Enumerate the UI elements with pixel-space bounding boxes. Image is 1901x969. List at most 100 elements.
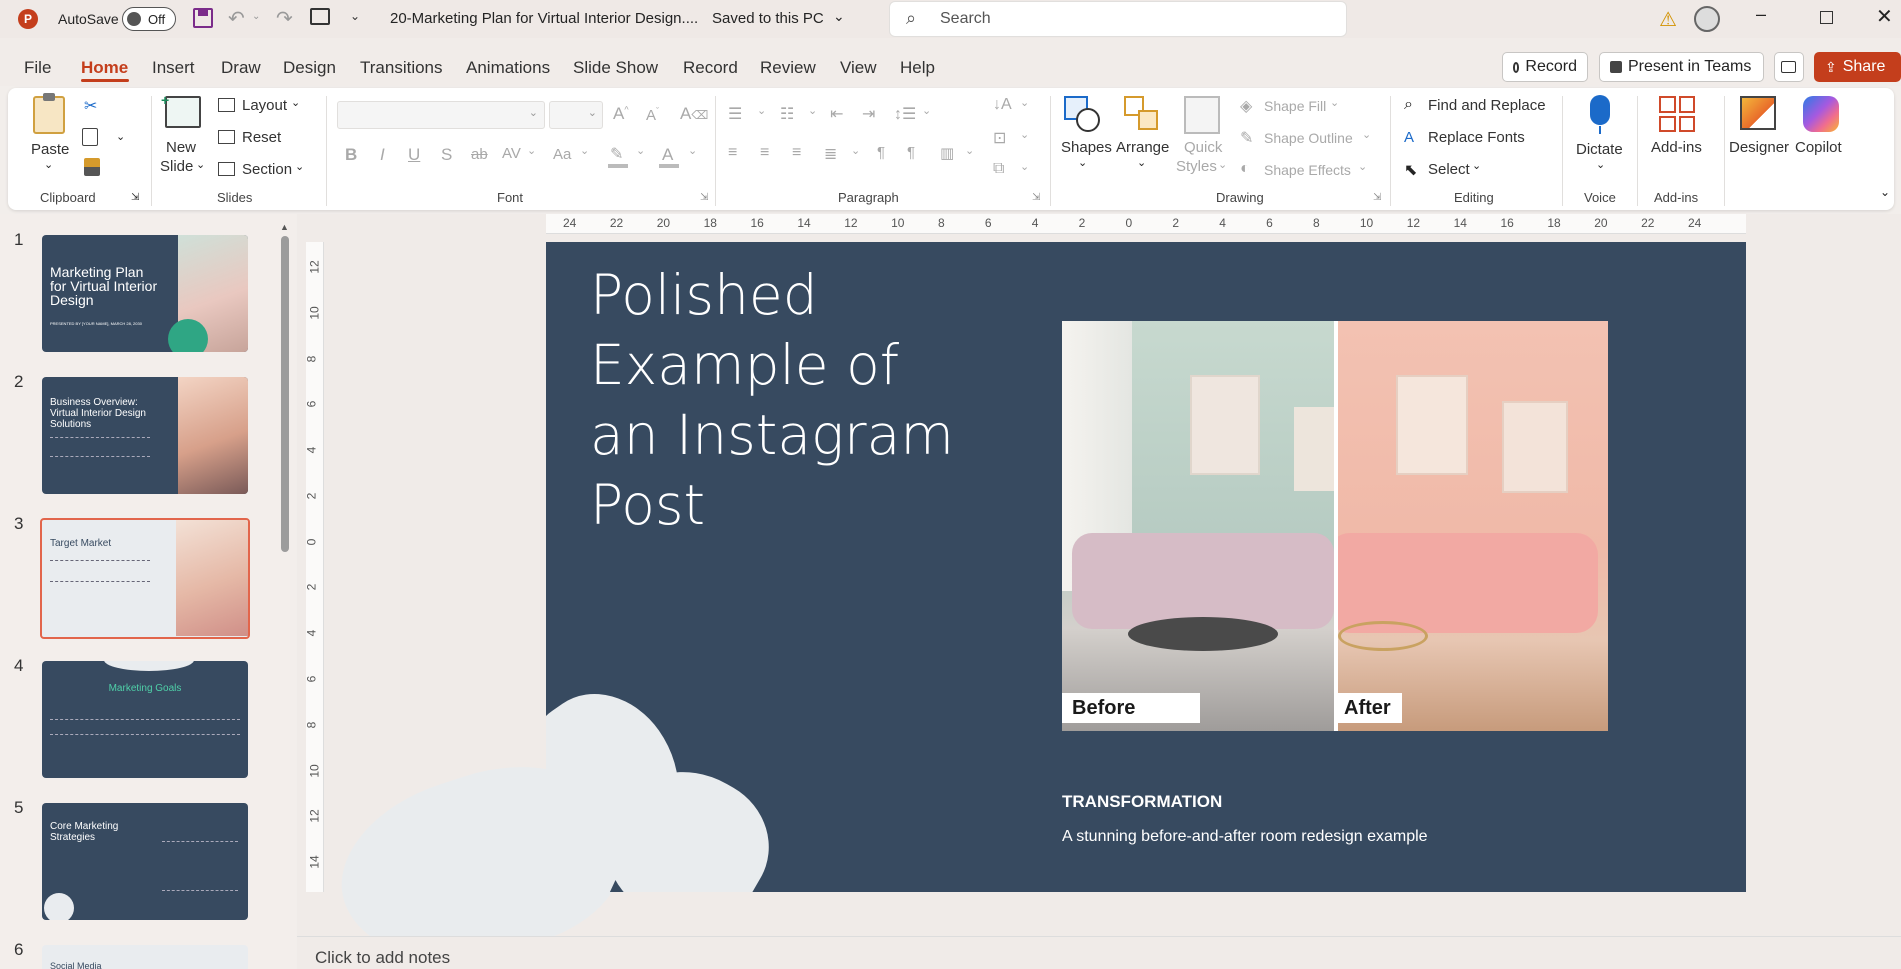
decrease-font-size-icon[interactable]: Aˇ [646, 106, 659, 124]
line-spacing-icon[interactable]: ↕☰ [894, 104, 916, 124]
copy-icon[interactable] [82, 128, 98, 146]
drawing-launcher-icon[interactable]: ⇲ [1373, 192, 1381, 203]
smartart-icon[interactable]: ⧉ [993, 160, 1004, 178]
scroll-up-icon[interactable]: ▲ [280, 222, 289, 232]
bullets-icon[interactable]: ☰ [728, 104, 742, 124]
paste-button[interactable]: Paste [31, 141, 69, 158]
tab-home[interactable]: Home [81, 58, 128, 78]
replace-fonts-button[interactable]: Replace Fonts [1428, 129, 1525, 146]
undo-icon[interactable]: ↶ [228, 6, 245, 31]
present-from-start-icon[interactable] [310, 8, 330, 25]
clear-formatting-icon[interactable]: A⌫ [680, 104, 708, 124]
align-center-icon[interactable]: ≡ [760, 144, 769, 162]
justify-icon[interactable]: ≣ [824, 144, 837, 164]
shape-outline-icon[interactable]: ✎ [1240, 128, 1253, 148]
new-slide-dropdown-icon[interactable]: ⌄ [196, 158, 205, 171]
section-dropdown-icon[interactable]: ⌄ [295, 160, 304, 173]
customize-toolbar-icon[interactable]: ⌄ [350, 9, 360, 23]
tab-transitions[interactable]: Transitions [360, 58, 443, 78]
thumbnail-scrollbar[interactable]: ▲ [280, 222, 290, 967]
quick-styles-label-2[interactable]: Styles [1176, 158, 1217, 175]
search-box[interactable]: ⌕ Search [889, 1, 1347, 37]
save-status[interactable]: Saved to this PC [712, 10, 824, 27]
font-name-combobox[interactable]: ⌄ [337, 101, 545, 129]
tab-draw[interactable]: Draw [221, 58, 261, 78]
line-spacing-dropdown-icon[interactable]: ⌄ [922, 104, 931, 117]
font-size-combobox[interactable]: ⌄ [549, 101, 603, 129]
slide-thumbnail-3-selected[interactable]: Target Market [40, 518, 250, 639]
shape-effects-dropdown-icon[interactable]: ⌄ [1358, 160, 1367, 173]
shapes-dropdown-icon[interactable]: ⌄ [1078, 156, 1087, 169]
numbering-icon[interactable]: ☷ [780, 104, 794, 124]
tab-review[interactable]: Review [760, 58, 816, 78]
text-direction-dropdown-icon[interactable]: ⌄ [1020, 96, 1029, 109]
share-button[interactable]: ⇪ Share [1814, 52, 1901, 82]
paste-icon[interactable] [33, 93, 65, 134]
bold-button[interactable]: B [345, 145, 357, 165]
designer-icon[interactable] [1740, 96, 1776, 130]
font-launcher-icon[interactable]: ⇲ [700, 192, 708, 203]
quick-styles-label-1[interactable]: Quick [1184, 139, 1222, 156]
font-color-button[interactable]: A [662, 145, 673, 165]
warning-icon[interactable]: ⚠ [1659, 7, 1677, 32]
tab-file[interactable]: File [24, 58, 51, 78]
tab-help[interactable]: Help [900, 58, 935, 78]
paste-dropdown-icon[interactable]: ⌄ [44, 158, 53, 171]
format-painter-icon[interactable] [84, 158, 100, 176]
slide-thumbnail-1[interactable]: Marketing Plan for Virtual Interior Desi… [42, 235, 248, 352]
quick-styles-icon[interactable] [1184, 96, 1220, 134]
add-ins-icon[interactable] [1659, 96, 1695, 132]
save-status-chevron-icon[interactable]: ⌄ [833, 8, 845, 25]
copilot-button[interactable]: Copilot [1795, 139, 1842, 156]
slide-thumbnail-4[interactable]: Marketing Goals [42, 661, 248, 778]
slide-title[interactable]: Polished Example of an Instagram Post [590, 260, 954, 540]
columns-icon[interactable]: ▥ [940, 144, 954, 162]
collapse-ribbon-icon[interactable]: ⌄ [1880, 185, 1890, 199]
new-slide-icon[interactable]: + [161, 92, 201, 128]
layout-button[interactable]: Layout [242, 97, 287, 114]
before-image[interactable]: Before [1062, 321, 1334, 731]
copy-dropdown-icon[interactable]: ⌄ [116, 130, 125, 143]
tab-animations[interactable]: Animations [466, 58, 550, 78]
layout-dropdown-icon[interactable]: ⌄ [291, 96, 300, 109]
smartart-dropdown-icon[interactable]: ⌄ [1020, 160, 1029, 173]
underline-button[interactable]: U [408, 145, 420, 165]
minimize-icon[interactable]: – [1756, 4, 1766, 25]
shapes-button[interactable]: Shapes [1061, 139, 1112, 156]
add-ins-button[interactable]: Add-ins [1651, 139, 1702, 156]
align-right-icon[interactable]: ≡ [792, 144, 801, 162]
increase-indent-icon[interactable]: ⇥ [862, 104, 875, 124]
find-and-replace-button[interactable]: Find and Replace [1428, 97, 1546, 114]
restore-icon[interactable] [1820, 11, 1833, 24]
comments-button[interactable] [1774, 52, 1804, 82]
bullets-dropdown-icon[interactable]: ⌄ [757, 104, 766, 117]
copilot-icon[interactable] [1803, 96, 1839, 132]
paragraph-launcher-icon[interactable]: ⇲ [1032, 192, 1040, 203]
rtl-icon[interactable]: ¶ [907, 144, 915, 161]
shape-effects-icon[interactable]: ◐ [1240, 160, 1250, 178]
save-icon[interactable] [193, 8, 213, 28]
highlighter-icon[interactable]: ✎ [610, 144, 623, 164]
arrange-icon[interactable] [1124, 96, 1162, 134]
scroll-thumb[interactable] [281, 236, 289, 552]
change-case-button[interactable]: Aa [553, 146, 571, 163]
select-dropdown-icon[interactable]: ⌄ [1472, 159, 1481, 172]
ltr-icon[interactable]: ¶ [877, 144, 885, 161]
clipboard-launcher-icon[interactable]: ⇲ [131, 192, 139, 203]
slide-thumbnail-2[interactable]: Business Overview: Virtual Interior Desi… [42, 377, 248, 494]
shape-fill-button[interactable]: Shape Fill [1264, 98, 1326, 114]
align-left-icon[interactable]: ≡ [728, 144, 737, 162]
microphone-icon[interactable] [1590, 95, 1610, 125]
text-direction-icon[interactable]: ↓A [993, 96, 1012, 114]
tab-insert[interactable]: Insert [152, 58, 195, 78]
shape-effects-button[interactable]: Shape Effects [1264, 162, 1351, 178]
arrange-dropdown-icon[interactable]: ⌄ [1137, 156, 1146, 169]
new-slide-label-2[interactable]: Slide [160, 158, 193, 175]
shape-outline-button[interactable]: Shape Outline [1264, 130, 1353, 146]
arrange-button[interactable]: Arrange [1116, 139, 1169, 156]
justify-dropdown-icon[interactable]: ⌄ [851, 144, 860, 157]
character-spacing-dropdown-icon[interactable]: ⌄ [527, 144, 536, 157]
designer-button[interactable]: Designer [1729, 139, 1789, 156]
undo-dropdown-icon[interactable]: ⌄ [252, 11, 260, 22]
change-case-dropdown-icon[interactable]: ⌄ [580, 144, 589, 157]
